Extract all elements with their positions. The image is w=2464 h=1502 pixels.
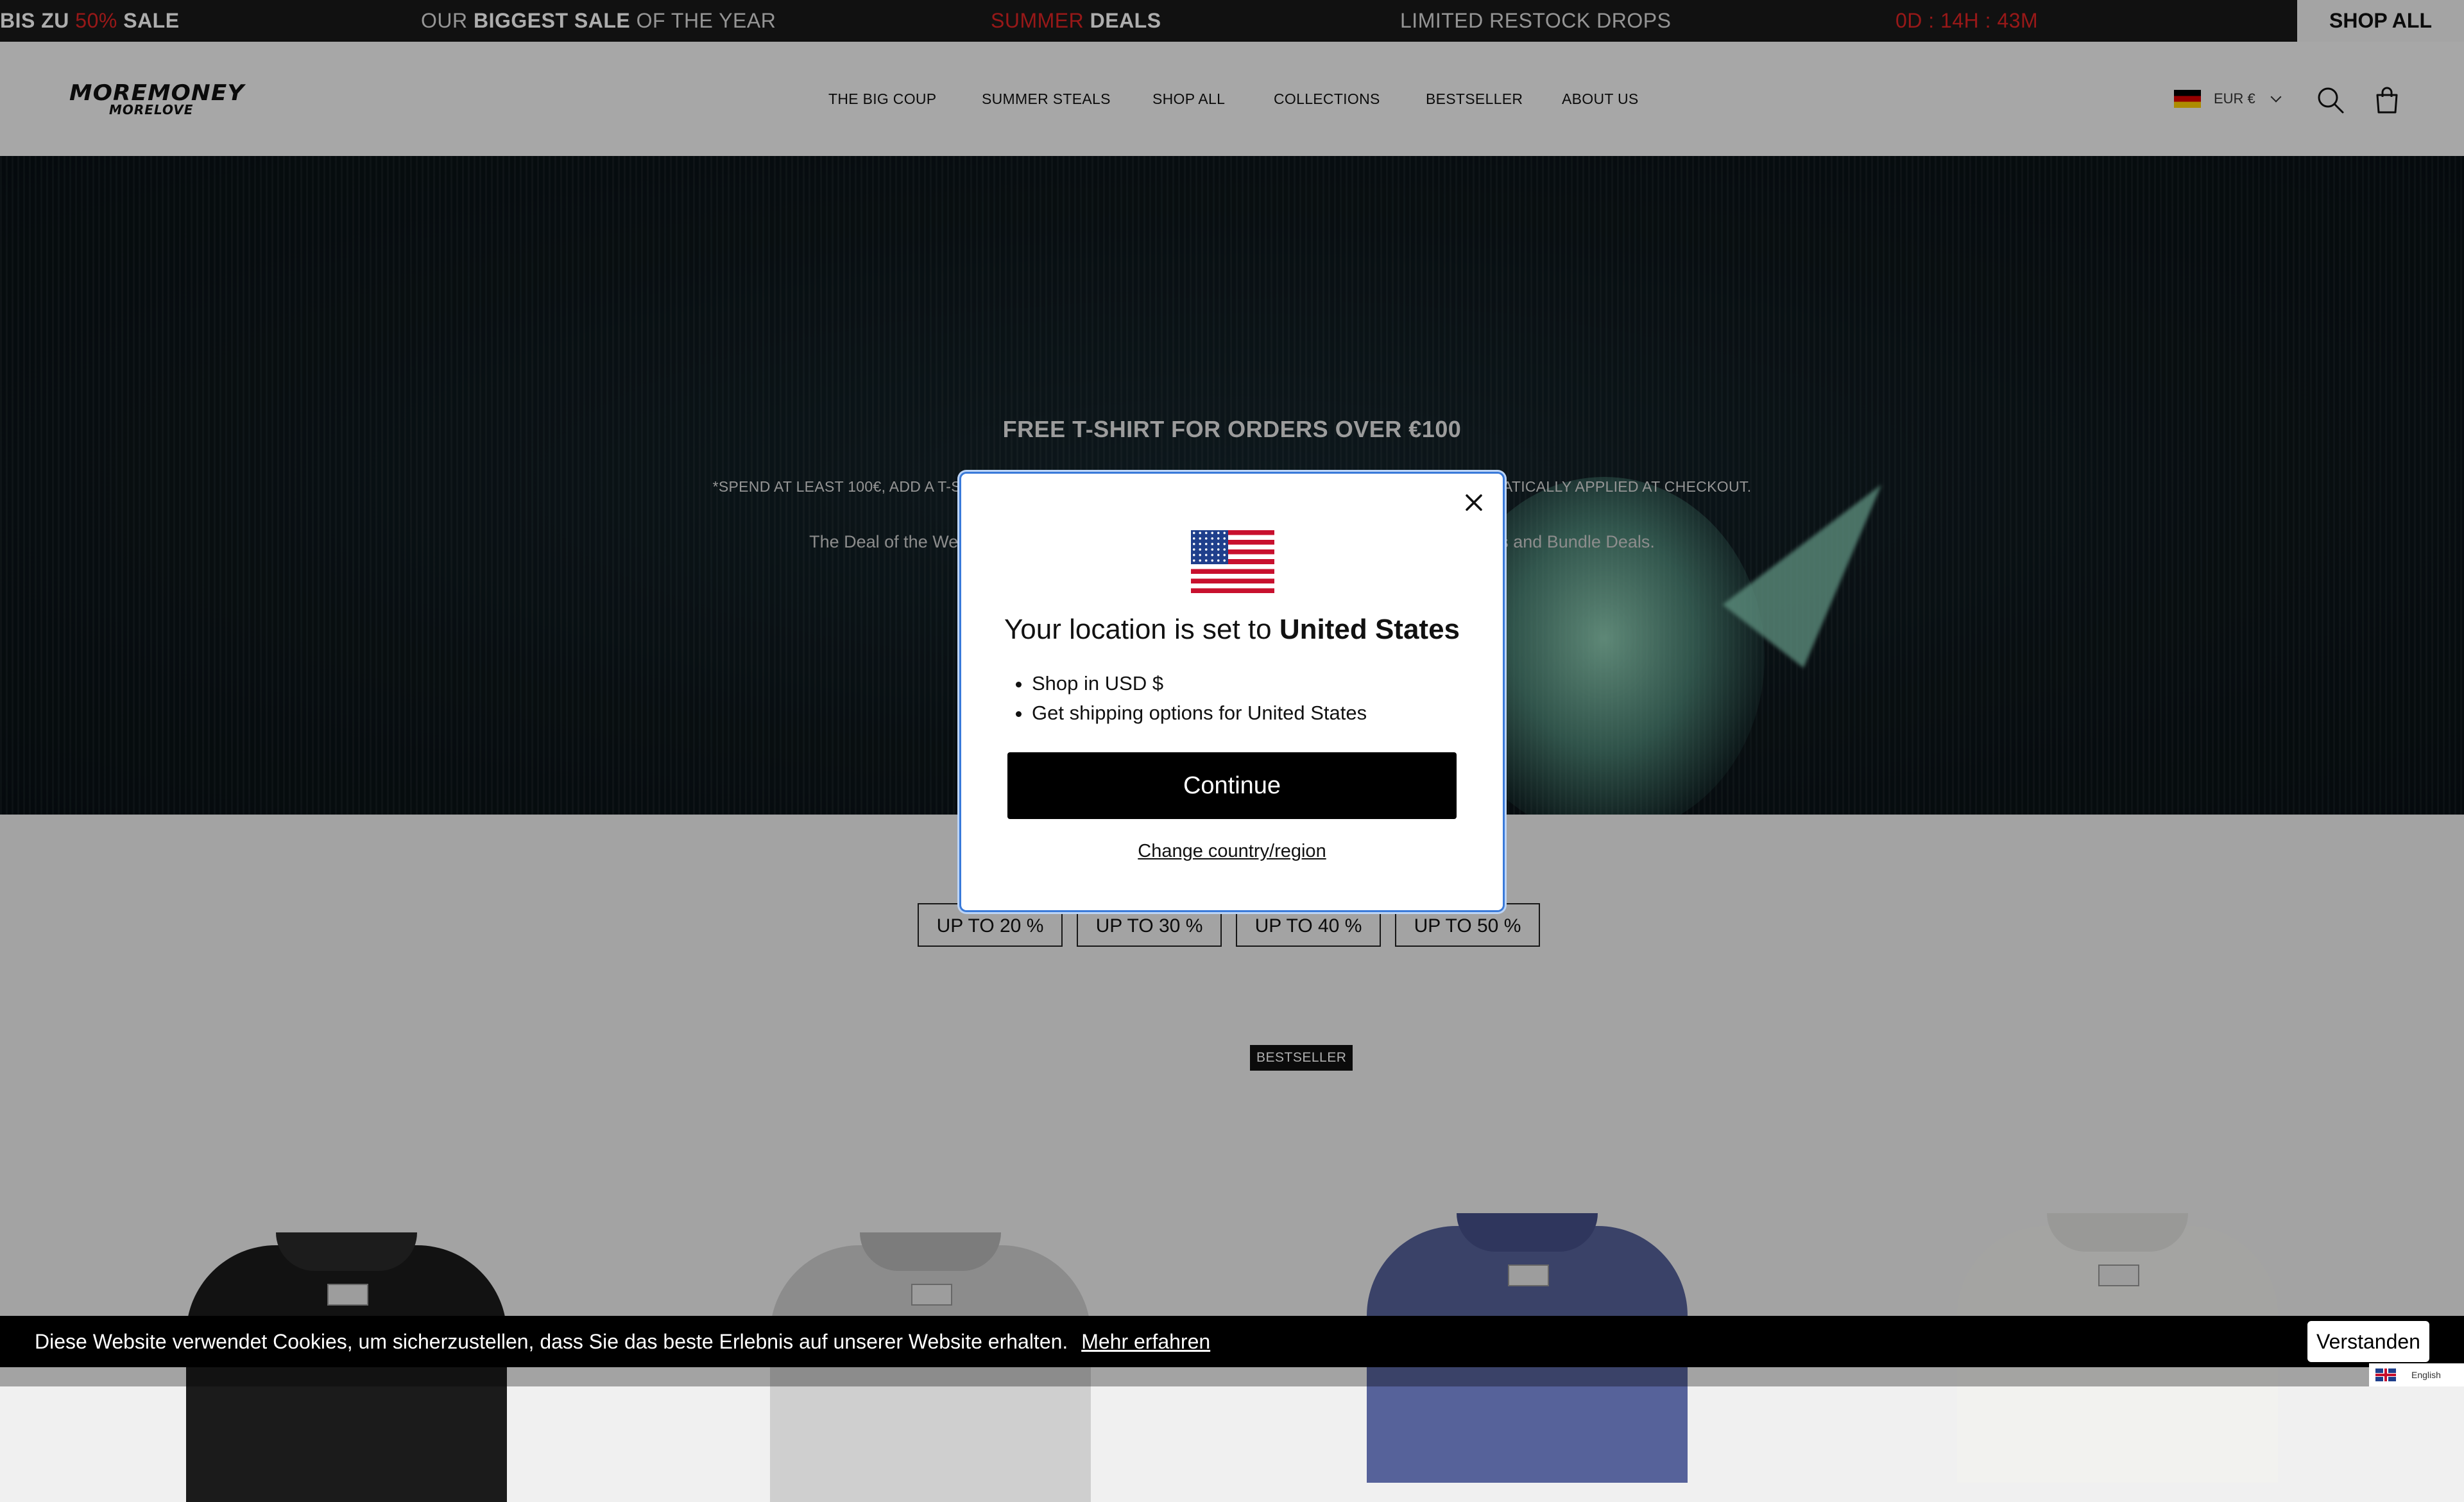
cookie-message: Diese Website verwendet Cookies, um sich…: [35, 1330, 1211, 1353]
modal-title: Your location is set to United States: [1004, 614, 1460, 645]
close-icon[interactable]: [1459, 488, 1489, 517]
location-modal: Your location is set to United States Sh…: [961, 474, 1503, 910]
cookie-banner: Diese Website verwendet Cookies, um sich…: [0, 1316, 2464, 1367]
language-switcher[interactable]: English: [2369, 1363, 2464, 1386]
list-item: Get shipping options for United States: [1032, 698, 1367, 728]
uk-flag-icon: [2375, 1368, 2396, 1381]
us-flag-icon: [1191, 530, 1274, 593]
change-country-link[interactable]: Change country/region: [961, 841, 1503, 862]
learn-more-link[interactable]: Mehr erfahren: [1081, 1330, 1210, 1353]
modal-bullets: Shop in USD $ Get shipping options for U…: [1007, 669, 1367, 728]
language-label: English: [2411, 1370, 2441, 1380]
continue-button[interactable]: Continue: [1007, 752, 1457, 819]
list-item: Shop in USD $: [1032, 669, 1367, 698]
cookie-accept-button[interactable]: Verstanden: [2307, 1321, 2429, 1362]
